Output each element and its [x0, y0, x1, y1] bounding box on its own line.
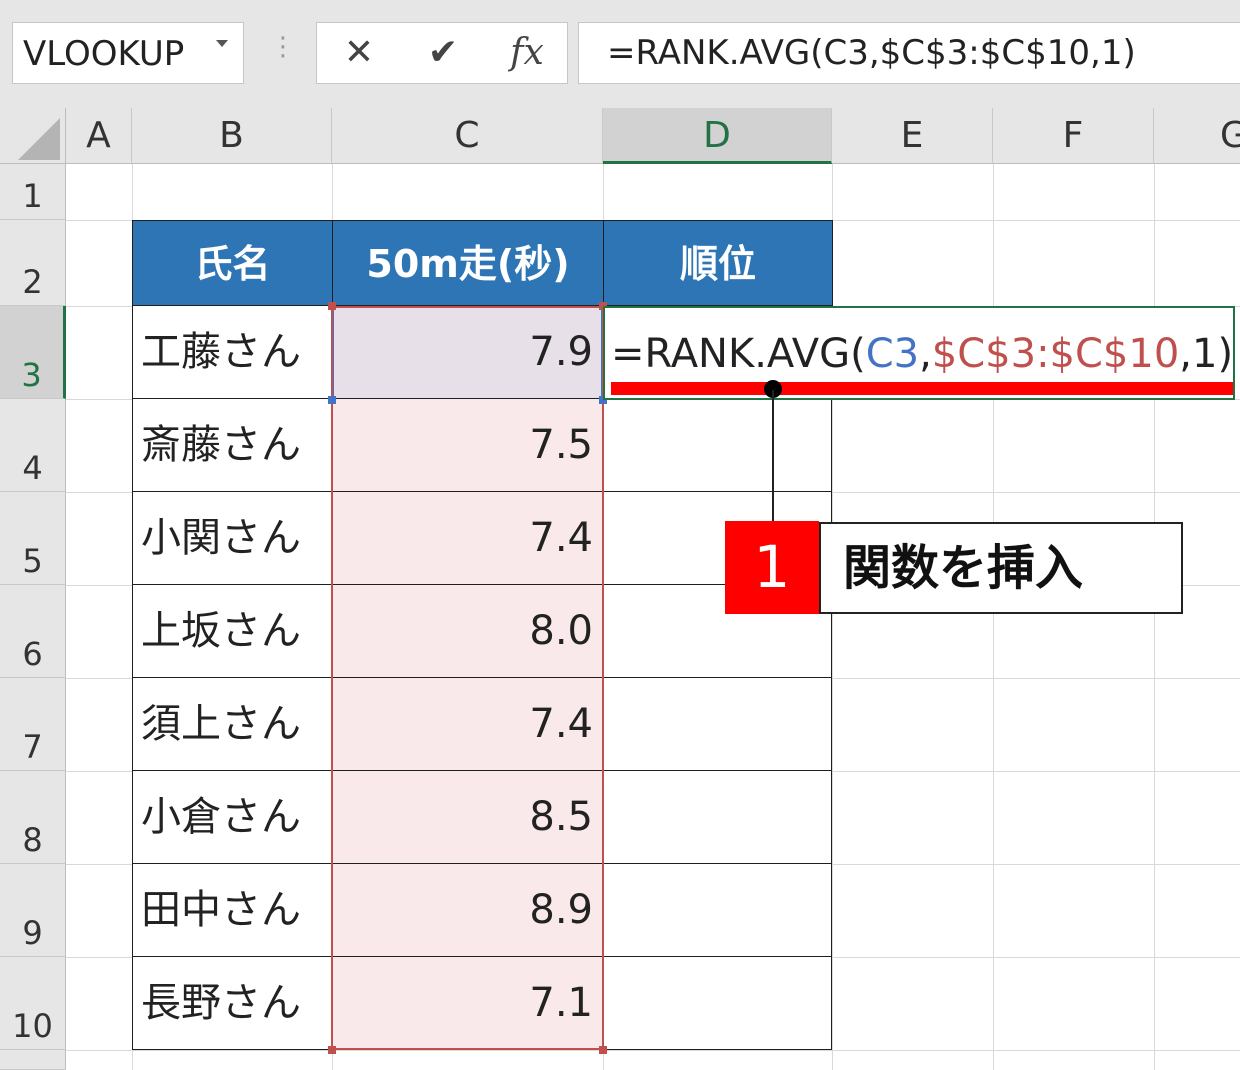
- column-header-f[interactable]: F: [993, 108, 1154, 164]
- name-cell[interactable]: 上坂さん: [132, 585, 332, 678]
- header-time[interactable]: 50m走(秒): [332, 220, 604, 306]
- row-header-4[interactable]: 4: [0, 399, 66, 492]
- formula-suffix: ,1): [1179, 331, 1234, 377]
- row-header-7[interactable]: 7: [0, 678, 66, 771]
- gridline: [66, 1050, 1240, 1051]
- range-handle[interactable]: [328, 1046, 336, 1054]
- column-header-a[interactable]: A: [66, 108, 132, 164]
- row-header-10[interactable]: 10: [0, 957, 66, 1050]
- rank-cell[interactable]: [603, 678, 832, 771]
- column-header-e[interactable]: E: [832, 108, 993, 164]
- column-header-d[interactable]: D: [603, 108, 832, 164]
- row-header-5[interactable]: 5: [0, 492, 66, 585]
- select-all-icon: [18, 118, 60, 160]
- enter-icon[interactable]: ✔: [413, 23, 473, 83]
- name-box[interactable]: VLOOKUP: [12, 22, 244, 84]
- header-rank[interactable]: 順位: [603, 220, 833, 306]
- rank-cell[interactable]: [603, 399, 832, 492]
- callout-label: 関数を挿入: [819, 522, 1183, 614]
- insert-function-icon[interactable]: fx: [497, 23, 557, 83]
- gridline: [1154, 164, 1155, 1070]
- callout-step-number: 1: [725, 521, 819, 614]
- column-header-g[interactable]: G: [1154, 108, 1240, 164]
- header-name[interactable]: 氏名: [132, 220, 333, 306]
- formula-ref-range: $C$3:$C$10: [931, 331, 1180, 377]
- row-header-1[interactable]: 1: [0, 164, 66, 220]
- formula-buttons: ✕ ✔ fx: [316, 22, 568, 84]
- row-header-3[interactable]: 3: [0, 306, 66, 399]
- formula-ref-c3: C3: [865, 331, 920, 377]
- name-cell[interactable]: 須上さん: [132, 678, 332, 771]
- ref-handle[interactable]: [328, 396, 336, 404]
- name-cell[interactable]: 斎藤さん: [132, 399, 332, 492]
- column-header-b[interactable]: B: [132, 108, 332, 164]
- rank-cell[interactable]: [603, 771, 832, 864]
- drag-handle-icon[interactable]: ⋮: [270, 34, 296, 60]
- gridline: [993, 164, 994, 1070]
- annotation-leader-line: [772, 390, 774, 522]
- rank-cell[interactable]: [603, 957, 832, 1050]
- formula-input[interactable]: =RANK.AVG(C3,$C$3:$C$10,1): [578, 22, 1240, 84]
- cancel-icon[interactable]: ✕: [329, 23, 389, 83]
- name-cell[interactable]: 小倉さん: [132, 771, 332, 864]
- column-header-c[interactable]: C: [332, 108, 603, 164]
- rank-cell[interactable]: [603, 864, 832, 957]
- row-header-8[interactable]: 8: [0, 771, 66, 864]
- range-handle[interactable]: [599, 1046, 607, 1054]
- annotation-underline: [611, 382, 1233, 395]
- range-reference-border: [331, 306, 604, 1050]
- name-cell[interactable]: 小関さん: [132, 492, 332, 585]
- name-cell[interactable]: 工藤さん: [132, 306, 332, 399]
- row-header-11[interactable]: [0, 1050, 66, 1070]
- formula-prefix: =RANK.AVG(: [611, 331, 866, 377]
- name-cell[interactable]: 長野さん: [132, 957, 332, 1050]
- range-handle[interactable]: [328, 302, 336, 310]
- row-header-2[interactable]: 2: [0, 220, 66, 306]
- row-header-6[interactable]: 6: [0, 585, 66, 678]
- name-cell[interactable]: 田中さん: [132, 864, 332, 957]
- formula-separator: ,: [919, 331, 932, 377]
- chevron-down-icon[interactable]: [216, 40, 228, 47]
- row-header-9[interactable]: 9: [0, 864, 66, 957]
